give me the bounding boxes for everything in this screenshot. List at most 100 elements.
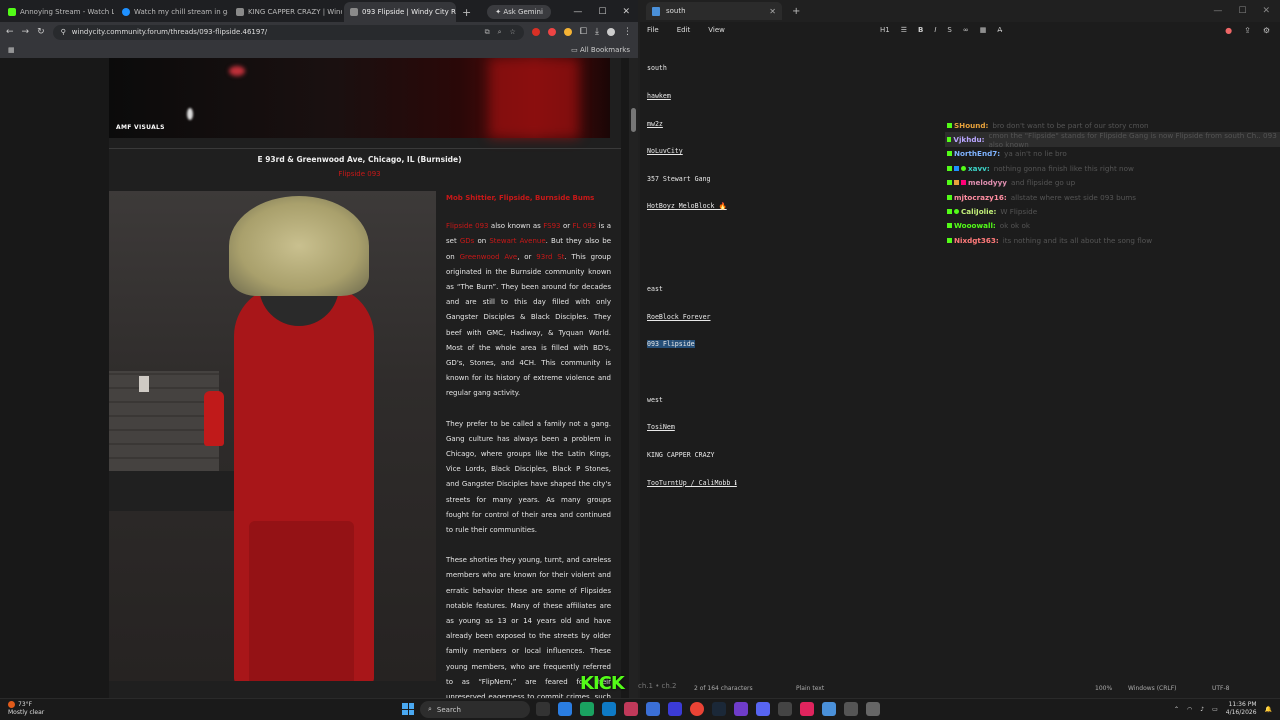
clear-format-button[interactable]: A̶ <box>997 26 1002 34</box>
app-icon[interactable] <box>580 702 594 716</box>
video-frame[interactable]: AMF VISUALS <box>109 58 610 138</box>
page-scrollbar[interactable] <box>629 58 638 698</box>
discord-icon[interactable] <box>756 702 770 716</box>
menu-file[interactable]: File <box>647 26 659 34</box>
settings-icon[interactable] <box>866 702 880 716</box>
article-link[interactable]: 93rd St <box>536 253 564 261</box>
app-icon[interactable] <box>646 702 660 716</box>
browser-tab-active[interactable]: 093 Flipside | Windy City Rele... ✕ <box>344 2 456 22</box>
sub-badge-icon <box>947 151 952 157</box>
forward-icon[interactable]: → <box>22 27 30 37</box>
file-explorer-icon[interactable] <box>536 702 550 716</box>
close-window-icon[interactable]: ✕ <box>622 7 630 17</box>
notepad-tab-title: south <box>666 7 686 15</box>
article-link[interactable]: FS93 <box>543 222 560 230</box>
bold-button[interactable]: B <box>918 26 923 34</box>
copilot-icon[interactable]: ● <box>1225 26 1232 35</box>
chat-username[interactable]: SHound: <box>954 121 988 130</box>
clock[interactable]: 11:36 PM 4/16/2026 <box>1226 701 1257 717</box>
settings-gear-icon[interactable]: ⚙ <box>1263 26 1270 35</box>
minimize-icon[interactable]: — <box>573 7 582 17</box>
maximize-icon[interactable]: ☐ <box>1238 6 1246 16</box>
photo-detail <box>204 391 224 446</box>
chat-username[interactable]: Vjkhdu: <box>953 135 984 144</box>
app-icon[interactable] <box>668 702 682 716</box>
link-button[interactable]: ∞ <box>963 26 969 34</box>
extensions-puzzle-icon[interactable]: ⧠ <box>580 27 587 37</box>
italic-button[interactable]: I <box>934 26 936 34</box>
taskbar-search[interactable]: ⌕ Search <box>420 701 530 718</box>
volume-icon[interactable]: ♪ <box>1200 706 1204 713</box>
address-bar[interactable]: ⚲ windycity.community.forum/threads/093-… <box>52 24 524 40</box>
extension-icon[interactable] <box>531 28 540 36</box>
minimize-icon[interactable]: — <box>1213 6 1222 16</box>
chat-username[interactable]: CaliJolie: <box>961 207 996 216</box>
app-icon[interactable] <box>800 702 814 716</box>
notepad-tab[interactable]: south ✕ <box>646 2 782 20</box>
store-icon[interactable] <box>558 702 572 716</box>
reload-icon[interactable]: ↻ <box>37 27 45 37</box>
new-tab-button[interactable]: + <box>462 6 471 19</box>
notepad-icon[interactable] <box>822 702 836 716</box>
site-info-icon[interactable]: ⚲ <box>61 28 66 36</box>
encoding-status[interactable]: UTF-8 <box>1212 685 1230 692</box>
bookmark-star-icon[interactable]: ☆ <box>510 28 516 37</box>
article-link[interactable]: Stewart Avenue <box>489 237 545 245</box>
ask-gemini-button[interactable]: ✦ Ask Gemini <box>487 5 551 19</box>
menu-edit[interactable]: Edit <box>677 26 691 34</box>
chat-username[interactable]: melodyyy <box>968 178 1007 187</box>
browser-tab[interactable]: KING CAPPER CRAZY | Windy... ✕ <box>230 2 342 22</box>
menu-view[interactable]: View <box>708 26 725 34</box>
chat-username[interactable]: Nixdgt363: <box>954 236 999 245</box>
all-bookmarks-button[interactable]: ▭ All Bookmarks <box>571 46 630 54</box>
chrome-icon[interactable] <box>690 702 704 716</box>
article-link[interactable]: GDs <box>460 237 478 245</box>
zoom-icon[interactable]: ⌕ <box>498 28 502 37</box>
notepad-editor[interactable]: south hawkem mw2z NoLuvCity 357 Stewart … <box>640 38 1280 678</box>
close-tab-icon[interactable]: ✕ <box>769 7 776 16</box>
notepad-text[interactable]: south hawkem mw2z NoLuvCity 357 Stewart … <box>647 46 737 506</box>
apps-grid-icon[interactable]: ▦ <box>8 46 15 54</box>
close-window-icon[interactable]: ✕ <box>1262 6 1270 16</box>
chat-username[interactable]: Wooowall: <box>954 221 996 230</box>
new-tab-button[interactable]: + <box>792 6 800 17</box>
scrollbar-thumb[interactable] <box>631 108 636 132</box>
article-link[interactable]: FL 093 <box>573 222 597 230</box>
zoom-status[interactable]: 100% <box>1095 685 1112 692</box>
table-button[interactable]: ▦ <box>980 26 987 34</box>
heading-button[interactable]: H1 <box>880 26 890 34</box>
sub-badge-icon <box>947 223 952 229</box>
list-button[interactable]: ☰ <box>901 26 907 34</box>
article-link[interactable]: Flipside 093 <box>446 222 489 230</box>
article-link[interactable]: Greenwood Ave <box>460 253 518 261</box>
browser-tab[interactable]: Annoying Stream - Watch Li... ✕ <box>2 2 114 22</box>
app-icon[interactable] <box>734 702 748 716</box>
app-icon[interactable] <box>844 702 858 716</box>
maximize-icon[interactable]: ☐ <box>598 7 606 17</box>
notification-bell-icon[interactable]: 🔔 <box>1265 706 1272 713</box>
edge-icon[interactable] <box>602 702 616 716</box>
app-icon[interactable] <box>624 702 638 716</box>
battery-icon[interactable]: ▭ <box>1212 706 1218 713</box>
terminal-icon[interactable] <box>778 702 792 716</box>
back-icon[interactable]: ← <box>6 27 14 37</box>
wifi-icon[interactable]: ◠ <box>1187 706 1192 713</box>
menu-dots-icon[interactable]: ⋮ <box>623 27 632 37</box>
extension-icon[interactable] <box>563 28 572 36</box>
steam-icon[interactable] <box>712 702 726 716</box>
start-button[interactable] <box>402 703 414 715</box>
line-ending-status[interactable]: Windows (CRLF) <box>1128 685 1177 692</box>
strikethrough-button[interactable]: S <box>947 26 951 34</box>
install-icon[interactable]: ⧉ <box>485 28 490 37</box>
chat-username[interactable]: xavv: <box>968 164 990 173</box>
tray-chevron-icon[interactable]: ⌃ <box>1174 706 1179 713</box>
chat-username[interactable]: NorthEnd7: <box>954 149 1000 158</box>
format-status[interactable]: Plain text <box>796 685 824 692</box>
browser-tab[interactable]: Watch my chill stream in gam... ✕ <box>116 2 228 22</box>
extension-icon[interactable] <box>547 28 556 36</box>
share-icon[interactable]: ⇪ <box>1244 26 1251 35</box>
profile-avatar[interactable] <box>607 28 615 36</box>
weather-widget[interactable]: 73°F Mostly clear <box>8 701 44 717</box>
download-icon[interactable]: ⤓ <box>595 27 599 37</box>
chat-username[interactable]: mjtocrazy16: <box>954 193 1007 202</box>
